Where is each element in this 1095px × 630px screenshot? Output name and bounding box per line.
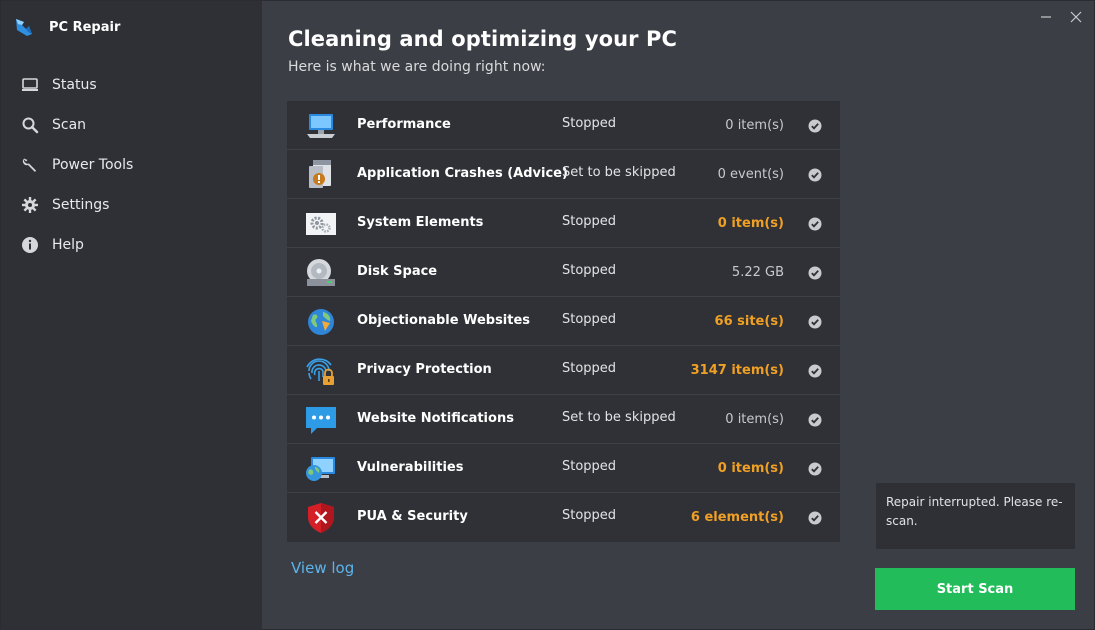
status-message: Repair interrupted. Please re-scan. <box>876 483 1075 549</box>
row-name: Vulnerabilities <box>357 460 464 475</box>
row-status: Set to be skipped <box>562 165 676 180</box>
table-row: Disk Space Stopped 5.22 GB <box>287 248 840 297</box>
page-title: Cleaning and optimizing your PC <box>288 27 678 51</box>
fingerprint-lock-icon <box>303 353 339 389</box>
sidebar-item-label: Power Tools <box>52 157 134 173</box>
app-title: PC Repair <box>49 19 121 35</box>
sidebar-item-status[interactable]: Status <box>1 65 262 105</box>
sidebar-item-help[interactable]: Help <box>1 225 262 265</box>
sidebar-item-label: Settings <box>52 197 110 213</box>
app-window: PC Repair Status Scan Power Tools Settin… <box>0 0 1095 630</box>
minimize-button[interactable] <box>1036 7 1056 27</box>
sidebar-item-settings[interactable]: Settings <box>1 185 262 225</box>
chat-bubble-icon <box>303 402 339 438</box>
app-crash-icon <box>303 157 339 193</box>
table-row: Application Crashes (Advice) Set to be s… <box>287 150 840 199</box>
check-icon <box>808 462 822 476</box>
row-status: Stopped <box>562 508 617 523</box>
row-count: 0 item(s) <box>717 216 784 231</box>
info-icon <box>21 236 39 254</box>
row-count: 0 item(s) <box>717 461 784 476</box>
app-header: PC Repair <box>13 15 120 39</box>
gear-icon <box>21 196 39 214</box>
sidebar: PC Repair Status Scan Power Tools Settin… <box>1 1 262 630</box>
row-status: Set to be skipped <box>562 410 676 425</box>
row-status: Stopped <box>562 116 617 131</box>
app-logo-icon <box>16 19 32 36</box>
sidebar-nav: Status Scan Power Tools Settings Help <box>1 65 262 265</box>
sidebar-item-power-tools[interactable]: Power Tools <box>1 145 262 185</box>
gears-icon <box>303 206 339 242</box>
table-row: Privacy Protection Stopped 3147 item(s) <box>287 346 840 395</box>
close-button[interactable] <box>1066 7 1086 27</box>
start-scan-button[interactable]: Start Scan <box>875 568 1075 610</box>
table-row: Website Notifications Set to be skipped … <box>287 395 840 444</box>
scan-results-table: Performance Stopped 0 item(s) Applicatio… <box>287 101 840 542</box>
row-count: 6 element(s) <box>690 510 784 525</box>
row-name: System Elements <box>357 215 484 230</box>
disk-icon <box>303 255 339 291</box>
row-name: Privacy Protection <box>357 362 492 377</box>
check-icon <box>808 511 822 525</box>
window-controls <box>1036 7 1086 27</box>
row-name: Website Notifications <box>357 411 514 426</box>
table-row: Performance Stopped 0 item(s) <box>287 101 840 150</box>
row-name: Objectionable Websites <box>357 313 531 328</box>
row-status: Stopped <box>562 361 617 376</box>
monitor-icon <box>21 76 39 94</box>
table-row: Vulnerabilities Stopped 0 item(s) <box>287 444 840 493</box>
row-count: 0 event(s) <box>717 167 784 182</box>
table-row: Objectionable Websites Stopped 66 site(s… <box>287 297 840 346</box>
sidebar-item-label: Status <box>52 77 97 93</box>
check-icon <box>808 315 822 329</box>
check-icon <box>808 217 822 231</box>
row-count: 66 site(s) <box>714 314 784 329</box>
row-name: PUA & Security <box>357 509 468 524</box>
check-icon <box>808 266 822 280</box>
search-icon <box>21 116 39 134</box>
row-status: Stopped <box>562 214 617 229</box>
globe-icon <box>303 304 339 340</box>
check-icon <box>808 413 822 427</box>
table-row: PUA & Security Stopped 6 element(s) <box>287 493 840 542</box>
row-status: Stopped <box>562 263 617 278</box>
row-count: 5.22 GB <box>731 265 784 280</box>
row-status: Stopped <box>562 312 617 327</box>
close-icon <box>1070 11 1082 23</box>
row-count: 0 item(s) <box>725 412 784 427</box>
sidebar-item-scan[interactable]: Scan <box>1 105 262 145</box>
row-name: Disk Space <box>357 264 438 279</box>
check-icon <box>808 168 822 182</box>
row-name: Performance <box>357 117 451 132</box>
table-row: System Elements Stopped 0 item(s) <box>287 199 840 248</box>
globe-monitor-icon <box>303 451 339 487</box>
row-count: 0 item(s) <box>725 118 784 133</box>
view-log-link[interactable]: View log <box>291 559 354 577</box>
minimize-icon <box>1041 16 1051 18</box>
row-name: Application Crashes (Advice) <box>357 166 568 181</box>
check-icon <box>808 119 822 133</box>
sidebar-item-label: Help <box>52 237 84 253</box>
sidebar-item-label: Scan <box>52 117 87 133</box>
row-status: Stopped <box>562 459 617 474</box>
page-subtitle: Here is what we are doing right now: <box>288 59 546 75</box>
check-icon <box>808 364 822 378</box>
row-count: 3147 item(s) <box>690 363 784 378</box>
wrench-icon <box>21 156 39 174</box>
computer-icon <box>303 108 339 144</box>
shield-x-icon <box>303 500 339 536</box>
